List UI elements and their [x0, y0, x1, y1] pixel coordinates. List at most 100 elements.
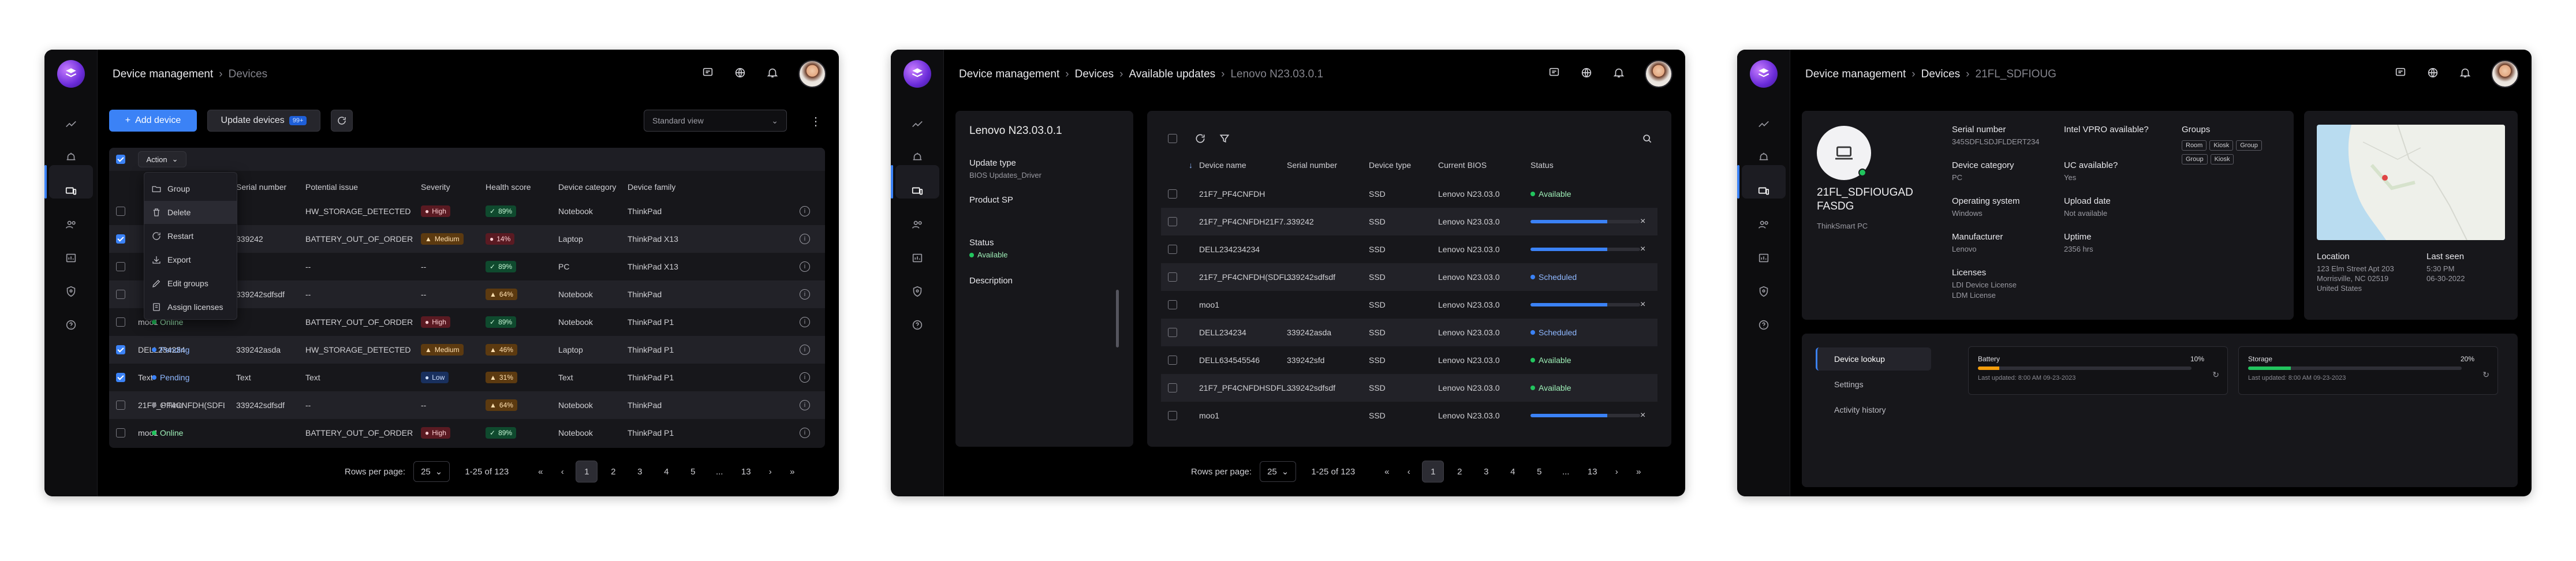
messages-icon[interactable]	[701, 66, 714, 82]
help-icon[interactable]	[1755, 316, 1772, 334]
page-button[interactable]: 13	[1581, 461, 1603, 483]
row-checkbox[interactable]	[1168, 411, 1177, 420]
avatar[interactable]	[2491, 60, 2519, 88]
column-header[interactable]: Serial number	[236, 182, 286, 192]
column-header[interactable]: Serial number	[1287, 160, 1337, 170]
row-checkbox[interactable]	[1168, 300, 1177, 309]
action-dropdown[interactable]: Action ⌄	[138, 151, 186, 167]
analytics-icon[interactable]	[1755, 115, 1772, 133]
reports-icon[interactable]	[1755, 249, 1772, 267]
tab-settings[interactable]: Settings	[1834, 380, 1864, 389]
table-row[interactable]: 21F7_PF4CNFDH21F7... 339242 SSD Lenovo N23.…	[1161, 208, 1657, 235]
globe-icon[interactable]	[1580, 66, 1593, 82]
devices-icon[interactable]	[62, 182, 80, 200]
last-page-icon[interactable]: »	[781, 461, 803, 483]
page-button[interactable]: 2	[1448, 461, 1470, 483]
storage-refresh-icon[interactable]: ↻	[2482, 370, 2489, 380]
avatar[interactable]	[798, 60, 826, 88]
row-checkbox[interactable]	[116, 373, 125, 382]
device-name[interactable]: 21F7_PF4CNFDH	[1199, 180, 1265, 208]
device-name[interactable]: DELL234234	[1199, 319, 1246, 346]
globe-icon[interactable]	[2426, 66, 2439, 82]
add-device-button[interactable]: + Add device	[109, 110, 197, 132]
search-icon[interactable]	[1641, 133, 1653, 144]
breadcrumb-devices[interactable]: Devices	[1075, 68, 1114, 81]
tab-activity-history[interactable]: Activity history	[1834, 405, 1886, 414]
rows-per-page-select[interactable]: 25 ⌄	[1260, 461, 1297, 482]
info-icon[interactable]: i	[800, 234, 810, 244]
device-name[interactable]: DELL634545546	[1199, 346, 1260, 374]
more-icon[interactable]: ⋮	[810, 114, 822, 129]
row-checkbox[interactable]	[116, 345, 125, 354]
row-checkbox[interactable]	[116, 401, 125, 410]
page-button[interactable]: 5	[682, 461, 704, 483]
row-checkbox[interactable]	[116, 290, 125, 299]
info-icon[interactable]: i	[800, 206, 810, 216]
breadcrumb-root[interactable]: Device management	[113, 68, 213, 81]
breadcrumb-devices[interactable]: Devices	[1921, 68, 1961, 81]
row-checkbox[interactable]	[1168, 383, 1177, 392]
reports-icon[interactable]	[62, 249, 80, 267]
tab-device-lookup[interactable]: Device lookup	[1834, 354, 1885, 364]
row-checkbox[interactable]	[116, 317, 125, 327]
select-all-checkbox[interactable]	[1168, 134, 1177, 143]
page-button[interactable]: 5	[1528, 461, 1550, 483]
help-icon[interactable]	[909, 316, 926, 334]
device-name[interactable]: 21F7_PF4CNFDH21F7...	[1199, 208, 1290, 235]
bell-icon[interactable]	[1612, 66, 1625, 82]
prev-page-icon[interactable]: ‹	[1398, 461, 1420, 483]
row-checkbox[interactable]	[1168, 245, 1177, 254]
page-button[interactable]: 3	[629, 461, 651, 483]
users-icon[interactable]	[909, 216, 926, 233]
table-row[interactable]: 21F7_PF4CNFDHSDFL... 339242sdfsdf SSD Lenov…	[1161, 374, 1657, 402]
group-tag[interactable]: Kiosk	[2209, 140, 2234, 151]
devices-icon[interactable]	[1755, 182, 1772, 200]
info-icon[interactable]: i	[800, 261, 810, 272]
column-header[interactable]: Current BIOS	[1438, 160, 1487, 170]
close-icon[interactable]: ×	[1640, 402, 1645, 429]
refresh-button[interactable]	[331, 110, 353, 132]
row-checkbox[interactable]	[1168, 356, 1177, 365]
info-icon[interactable]: i	[800, 289, 810, 300]
page-button[interactable]: 4	[1502, 461, 1524, 483]
table-row[interactable]: moo1 Online BATTERY_OUT_OF_ORDER ● High ✓ 89% N…	[109, 419, 825, 447]
breadcrumb-updates[interactable]: Available updates	[1129, 68, 1216, 81]
table-row[interactable]: DELL234234 339242asda SSD Lenovo N23.03.0 Sc…	[1161, 319, 1657, 346]
filter-icon[interactable]	[1219, 133, 1230, 144]
menu-item-restart[interactable]: Restart	[144, 225, 237, 248]
breadcrumb-root[interactable]: Device management	[959, 68, 1059, 81]
analytics-icon[interactable]	[909, 115, 926, 133]
page-button[interactable]: 1	[576, 461, 598, 483]
app-logo[interactable]	[1750, 60, 1778, 88]
view-select[interactable]: Standard view ⌄	[644, 110, 787, 132]
menu-item-assign-licenses[interactable]: Assign licenses	[144, 296, 237, 319]
group-tag[interactable]: Group	[2236, 140, 2262, 151]
scrollbar[interactable]	[1116, 290, 1119, 347]
app-logo[interactable]	[57, 60, 85, 88]
security-icon[interactable]	[62, 283, 80, 300]
devices-icon[interactable]	[909, 182, 926, 200]
info-icon[interactable]: i	[800, 428, 810, 438]
analytics-icon[interactable]	[62, 115, 80, 133]
menu-item-export[interactable]: Export	[144, 248, 237, 271]
bell-icon[interactable]	[766, 66, 779, 82]
row-checkbox[interactable]	[1168, 272, 1177, 282]
device-name[interactable]: 21F7_PF4CNFDH(SDFL...	[1199, 263, 1295, 291]
device-name[interactable]: 21F7_PF4CNFDHSDFL...	[1199, 374, 1293, 402]
alerts-icon[interactable]	[1755, 149, 1772, 166]
messages-icon[interactable]	[2394, 66, 2407, 82]
column-header[interactable]: Device family	[628, 182, 675, 192]
menu-item-edit-groups[interactable]: Edit groups	[144, 272, 237, 295]
row-checkbox[interactable]	[116, 262, 125, 271]
alerts-icon[interactable]	[909, 149, 926, 166]
column-header[interactable]: Device type	[1369, 160, 1411, 170]
security-icon[interactable]	[1755, 283, 1772, 300]
next-page-icon[interactable]: ›	[1606, 461, 1627, 483]
close-icon[interactable]: ×	[1640, 291, 1645, 319]
page-button[interactable]: 4	[655, 461, 677, 483]
battery-refresh-icon[interactable]: ↻	[2212, 370, 2219, 380]
close-icon[interactable]: ×	[1640, 208, 1645, 235]
column-header[interactable]: Device name	[1199, 160, 1246, 170]
table-row[interactable]: 21F7_PF4CNFDH(SDFL... Offline 339242sdfsdf…	[109, 391, 825, 419]
row-checkbox[interactable]	[116, 207, 125, 216]
